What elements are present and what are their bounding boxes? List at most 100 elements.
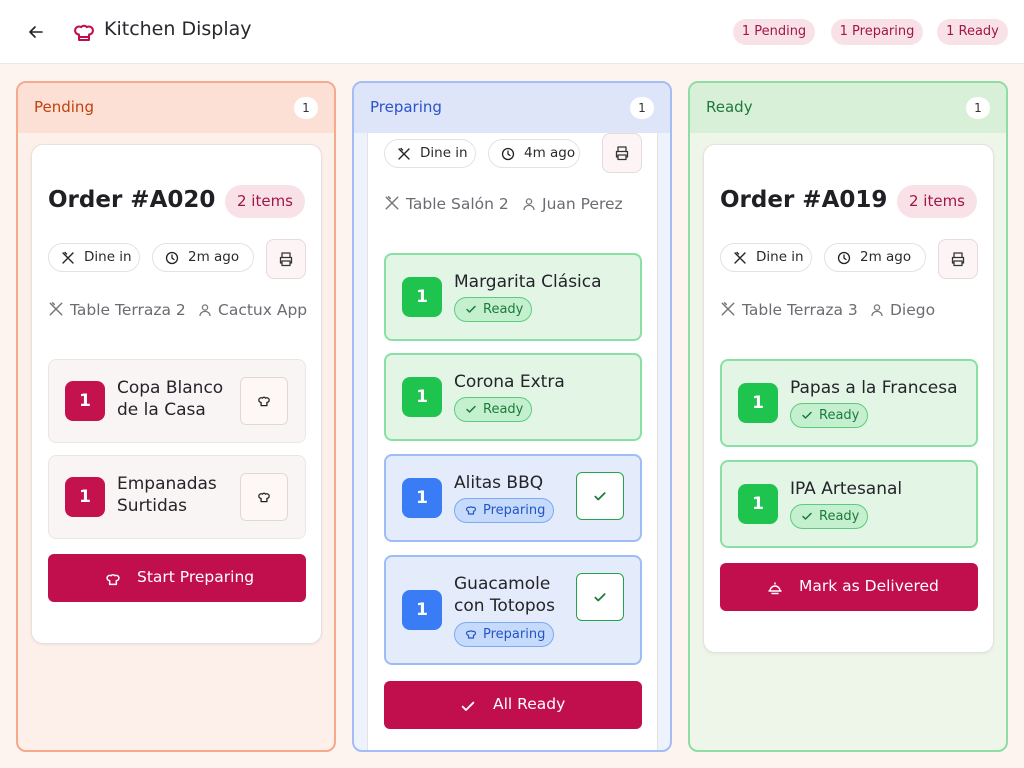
column-count: 1 (966, 97, 990, 119)
user-icon (523, 198, 535, 211)
item-status-preparing: Preparing (454, 622, 554, 647)
button-label: Mark as Delivered (799, 577, 939, 595)
order-age-label: 2m ago (860, 249, 912, 265)
ready-column-header: Ready 1 (690, 83, 1006, 133)
table-label: Table Terraza 2 (70, 301, 186, 319)
table-label: Table Terraza 3 (742, 301, 858, 319)
service-type-label: Dine in (420, 145, 468, 161)
chef-hat-icon (258, 492, 270, 503)
top-header: Kitchen Display 1 Pending 1 Preparing 1 … (0, 0, 1024, 64)
table-info: Table Terraza 2 (48, 301, 186, 319)
order-item: 1 Alitas BBQ Preparing (384, 454, 642, 542)
all-ready-button[interactable]: All Ready (384, 681, 642, 729)
utensils-crossed-icon (734, 251, 746, 264)
utensils-crossed-icon (385, 195, 399, 210)
item-name-line1: Copa Blanco (117, 378, 224, 398)
order-age-pill: 4m ago (488, 139, 580, 168)
order-item: 1 Empanadas Surtidas (48, 455, 306, 539)
button-label: All Ready (493, 695, 566, 713)
item-status-ready: Ready (454, 297, 532, 322)
start-item-button[interactable] (240, 377, 288, 425)
item-status-ready: Ready (790, 403, 868, 428)
preparing-column: Dine in 4m ago Table Salón 2 Juan Perez … (352, 81, 672, 752)
check-icon (594, 593, 606, 602)
customer-info: Diego (870, 301, 935, 319)
items-count-badge: 2 items (897, 185, 977, 218)
column-count: 1 (630, 97, 654, 119)
check-icon (594, 492, 606, 501)
utensils-crossed-icon (62, 251, 74, 264)
clock-icon (165, 251, 179, 265)
item-quantity: 1 (402, 590, 442, 630)
chef-hat-icon (106, 574, 120, 586)
item-status-label: Ready (483, 402, 524, 417)
pending-column: Pending 1 Order #A020 2 items Dine in 2m… (16, 81, 336, 752)
order-age-pill: 2m ago (152, 243, 254, 272)
item-quantity: 1 (402, 377, 442, 417)
item-name: Copa Blanco de la Casa (117, 377, 223, 421)
utensils-crossed-icon (398, 147, 410, 160)
item-quantity: 1 (402, 277, 442, 317)
order-age-label: 4m ago (524, 145, 576, 161)
chef-hat-icon (465, 630, 477, 639)
service-type-pill: Dine in (48, 243, 140, 272)
start-preparing-button[interactable]: Start Preparing (48, 554, 306, 602)
print-button[interactable] (938, 239, 978, 279)
arrow-left-icon (29, 26, 43, 38)
order-card-a019[interactable]: Order #A019 2 items Dine in 2m ago Table… (703, 144, 994, 653)
item-quantity: 1 (738, 383, 778, 423)
pending-count-badge: 1 Pending (733, 19, 815, 45)
item-status-label: Preparing (483, 503, 546, 518)
check-icon (461, 701, 475, 711)
item-name: Corona Extra (454, 372, 565, 392)
order-item: 1 Copa Blanco de la Casa (48, 359, 306, 443)
check-icon (802, 512, 812, 520)
item-quantity: 1 (402, 478, 442, 518)
check-icon (802, 411, 812, 419)
item-quantity: 1 (65, 477, 105, 517)
column-title: Preparing (370, 98, 442, 116)
item-name: IPA Artesanal (790, 479, 903, 499)
utensils-crossed-icon (721, 301, 735, 316)
order-title: Order #A019 (720, 187, 888, 213)
item-name: Guacamole con Totopos (454, 573, 555, 617)
order-card-preparing[interactable]: Dine in 4m ago Table Salón 2 Juan Perez … (367, 131, 658, 750)
service-type-label: Dine in (756, 249, 804, 265)
item-name-line2: con Totopos (454, 596, 555, 616)
order-item: 1 IPA Artesanal Ready (720, 460, 978, 548)
print-button[interactable] (266, 239, 306, 279)
printer-icon (615, 146, 629, 161)
item-quantity: 1 (65, 381, 105, 421)
item-status-label: Ready (483, 302, 524, 317)
order-age-label: 2m ago (188, 249, 240, 265)
order-age-pill: 2m ago (824, 243, 926, 272)
order-title: Order #A020 (48, 187, 216, 213)
clock-icon (501, 147, 515, 161)
item-status-label: Ready (819, 509, 860, 524)
table-label: Table Salón 2 (406, 195, 509, 213)
pending-column-header: Pending 1 (18, 83, 334, 133)
item-status-ready: Ready (790, 504, 868, 529)
user-icon (871, 304, 883, 317)
mark-item-ready-button[interactable] (576, 573, 624, 621)
mark-delivered-button[interactable]: Mark as Delivered (720, 563, 978, 611)
check-icon (466, 405, 476, 413)
item-name-line1: Empanadas (117, 474, 217, 494)
start-item-button[interactable] (240, 473, 288, 521)
column-title: Ready (706, 98, 753, 116)
service-type-label: Dine in (84, 249, 132, 265)
service-type-pill: Dine in (720, 243, 812, 272)
back-button[interactable] (24, 20, 48, 44)
column-title: Pending (34, 98, 94, 116)
clock-icon (837, 251, 851, 265)
mark-item-ready-button[interactable] (576, 472, 624, 520)
order-item: 1 Papas a la Francesa Ready (720, 359, 978, 447)
column-count: 1 (294, 97, 318, 119)
item-status-preparing: Preparing (454, 498, 554, 523)
customer-label: Diego (890, 301, 936, 319)
order-card-a020[interactable]: Order #A020 2 items Dine in 2m ago Table… (31, 144, 322, 644)
order-item: 1 Margarita Clásica Ready (384, 253, 642, 341)
printer-icon (279, 252, 293, 267)
print-button[interactable] (602, 133, 642, 173)
service-type-pill: Dine in (384, 139, 476, 168)
